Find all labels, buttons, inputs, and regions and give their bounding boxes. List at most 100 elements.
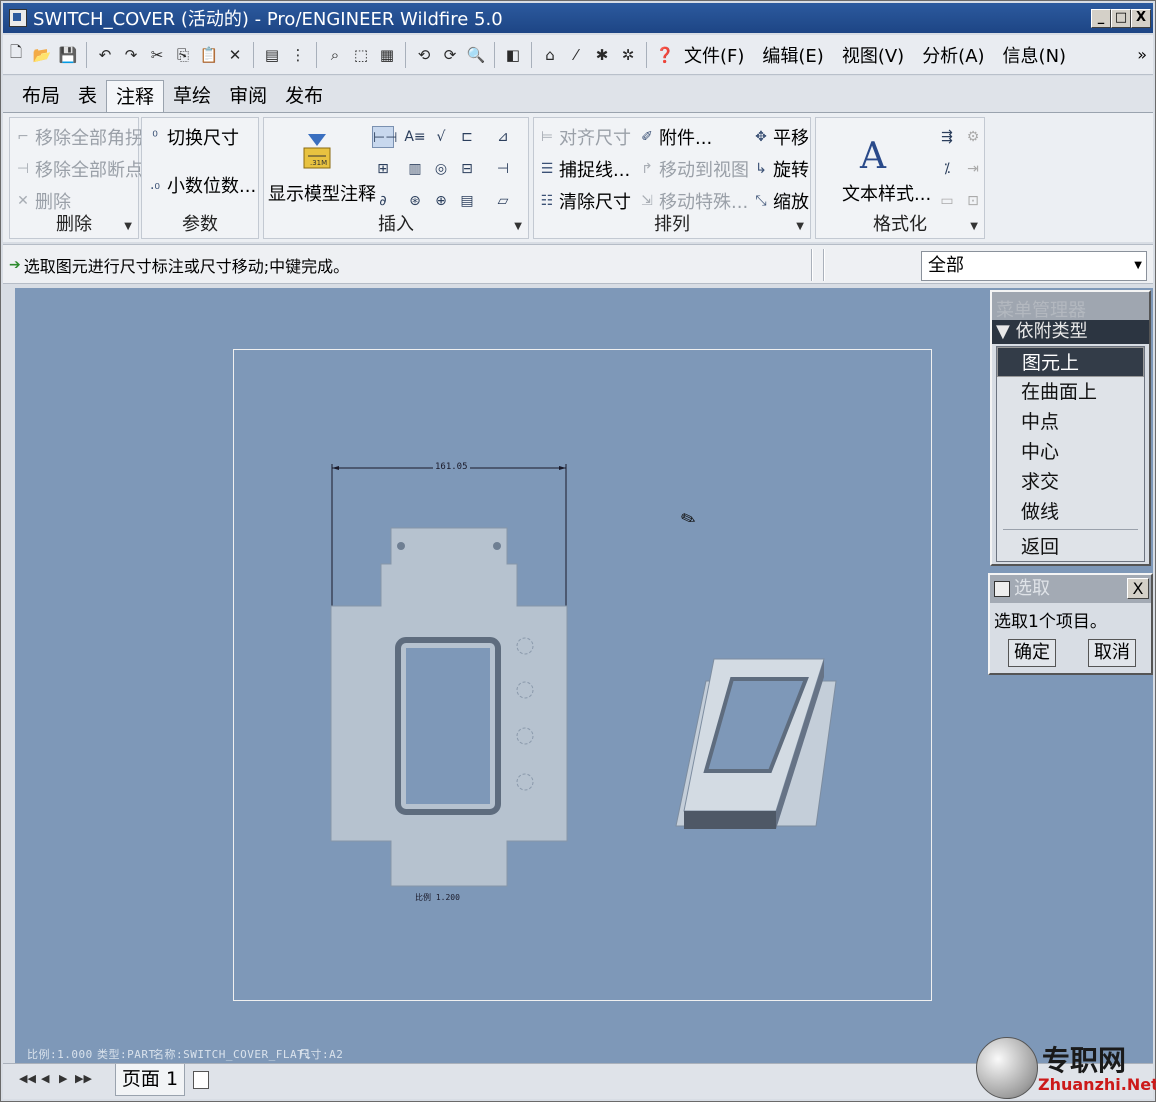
surface-finish-icon[interactable]: √ [430,126,452,148]
remove-all-jogs-button[interactable]: ⌐ 移除全部角拐 [14,124,143,150]
datum-point-icon[interactable]: ✱ [591,44,613,66]
properties-icon[interactable]: ▦ [376,44,398,66]
selection-filter-select[interactable]: 全部 ▼ [921,251,1147,281]
group-expand-icon[interactable]: ▼ [124,221,132,232]
move-to-view-button[interactable]: ↱ 移动到视图 [638,156,749,182]
symbol-gallery-icon[interactable]: ⊡ [962,190,984,212]
menu-edit[interactable]: 编辑(E) [762,42,823,68]
dimension-value[interactable]: 161.05 [433,462,470,472]
paste-icon[interactable]: 📋 [198,44,220,66]
decimal-places-button[interactable]: .₀ 小数位数... [146,172,256,198]
copy-icon[interactable]: ⎘ [172,44,194,66]
line-style-icon[interactable]: ⇶ [936,126,958,148]
select-box-icon[interactable]: ⬚ [350,44,372,66]
delete-icon[interactable]: ✕ [224,44,246,66]
close-button[interactable]: X [1131,9,1151,28]
menu-view[interactable]: 视图(V) [842,42,904,68]
show-model-annotations-button[interactable]: 显示模型注释 [268,180,376,206]
menu-item-on-surface[interactable]: 在曲面上 [997,377,1144,407]
repaint-icon[interactable]: ⟳ [439,44,461,66]
find-icon[interactable]: ⌕ [324,44,346,66]
snap-lines-button[interactable]: ☰ 捕捉线... [538,156,630,182]
toggle-dims-button[interactable]: ⁰ 切换尺寸 [146,124,239,150]
open-folder-icon[interactable]: 📂 [31,44,53,66]
datum-axis-icon[interactable]: ⁄ [565,44,587,66]
dimension-icon[interactable]: ⊢⊣ [372,126,397,148]
first-page-icon[interactable]: ◀◀ [19,1072,36,1085]
layers-icon[interactable]: ▤ [261,44,283,66]
pattern-icon[interactable]: ⁒ [936,158,958,180]
next-page-icon[interactable]: ▶ [59,1072,67,1085]
menu-category-header[interactable]: ▼ 依附类型 [992,320,1149,344]
group-expand-icon[interactable]: ▼ [970,221,978,232]
prev-page-icon[interactable]: ◀ [41,1072,49,1085]
csys-icon[interactable]: ✲ [617,44,639,66]
redo-icon[interactable]: ↷ [120,44,142,66]
cancel-button[interactable]: 取消 [1088,639,1136,667]
tab-publish[interactable]: 发布 [276,80,332,112]
text-style-button[interactable]: 文本样式... [842,180,931,206]
menu-item-center[interactable]: 中心 [997,437,1144,467]
tab-table[interactable]: 表 [69,80,106,112]
datum-feature-icon[interactable]: ⊿ [492,126,514,148]
menu-analysis[interactable]: 分析(A) [922,42,984,68]
rotate-button[interactable]: ↳ 旋转 [752,156,809,182]
maximize-button[interactable]: □ [1111,9,1131,28]
menu-item-back[interactable]: 返回 [997,532,1144,562]
balloon-icon[interactable]: ◎ [430,158,452,180]
shape-icon[interactable]: ▱ [492,190,514,212]
table-icon[interactable]: ▤ [456,190,478,212]
ok-button[interactable]: 确定 [1008,639,1056,667]
menu-item-intersect[interactable]: 求交 [997,467,1144,497]
copy-format-icon[interactable]: ▭ [936,190,958,212]
menu-item-midpoint[interactable]: 中点 [997,407,1144,437]
regenerate-icon[interactable]: ⟲ [413,44,435,66]
new-file-icon[interactable]: 🗋 [5,43,27,66]
isometric-view[interactable] [666,651,846,841]
menu-item-make-line[interactable]: 做线 [997,497,1144,527]
weld-icon[interactable]: ⊛ [404,190,426,212]
menu-item-on-entity[interactable]: 图元上 [997,347,1144,377]
tolerance-icon[interactable]: ⊣ [492,158,514,180]
symbol-icon[interactable]: ▥ [404,158,426,180]
tab-review[interactable]: 审阅 [220,80,276,112]
cosmetic-icon[interactable]: ∂ [372,190,394,212]
params-group: ⁰ 切换尺寸 .₀ 小数位数... 参数 [141,117,259,239]
tree-icon[interactable]: ⋮ [287,44,309,66]
last-page-icon[interactable]: ▶▶ [75,1072,92,1085]
group-expand-icon[interactable]: ▼ [514,221,522,232]
align-icon: ⊨ [540,129,554,145]
flat-pattern-view[interactable] [321,456,581,906]
ref-dim-icon[interactable]: ⊟ [456,158,478,180]
ordinate-dim-icon[interactable]: ⊏ [456,126,478,148]
arrow-style-icon[interactable]: ⇥ [962,158,984,180]
menu-file[interactable]: 文件(F) [684,42,744,68]
align-dims-button[interactable]: ⊨ 对齐尺寸 [538,124,631,150]
remove-all-breaks-button[interactable]: ⊣ 移除全部断点 [14,156,143,182]
save-icon[interactable]: 💾 [57,44,79,66]
toolbar-overflow-icon[interactable]: » [1137,45,1147,64]
app-icon[interactable] [9,9,27,27]
note-icon[interactable]: A≡ [404,126,426,148]
cut-icon[interactable]: ✂ [146,44,168,66]
context-help-icon[interactable]: ❓ [654,44,676,66]
datum-plane-icon[interactable]: ⌂ [539,44,561,66]
display-style-icon[interactable]: ◧ [502,44,524,66]
group-expand-icon[interactable]: ▼ [796,221,804,232]
tab-page-1[interactable]: 页面 1 [115,1064,185,1096]
tab-sketch[interactable]: 草绘 [164,80,220,112]
tab-layout[interactable]: 布局 [13,80,69,112]
menu-info[interactable]: 信息(N) [1003,42,1067,68]
tab-annotate[interactable]: 注释 [106,80,165,112]
new-page-icon[interactable] [193,1071,209,1089]
close-icon[interactable]: X [1127,578,1149,599]
translate-button[interactable]: ✥ 平移 [752,124,809,150]
target-icon[interactable]: ⊕ [430,190,452,212]
gtol-icon[interactable]: ⊞ [372,158,394,180]
zoom-icon[interactable]: 🔍 [465,44,487,66]
attach-button[interactable]: ✐ 附件... [638,124,712,150]
minimize-button[interactable]: _ [1091,9,1111,28]
snap-lines-label: 捕捉线... [559,160,631,181]
hatch-icon[interactable]: ⚙ [962,126,984,148]
undo-icon[interactable]: ↶ [94,44,116,66]
